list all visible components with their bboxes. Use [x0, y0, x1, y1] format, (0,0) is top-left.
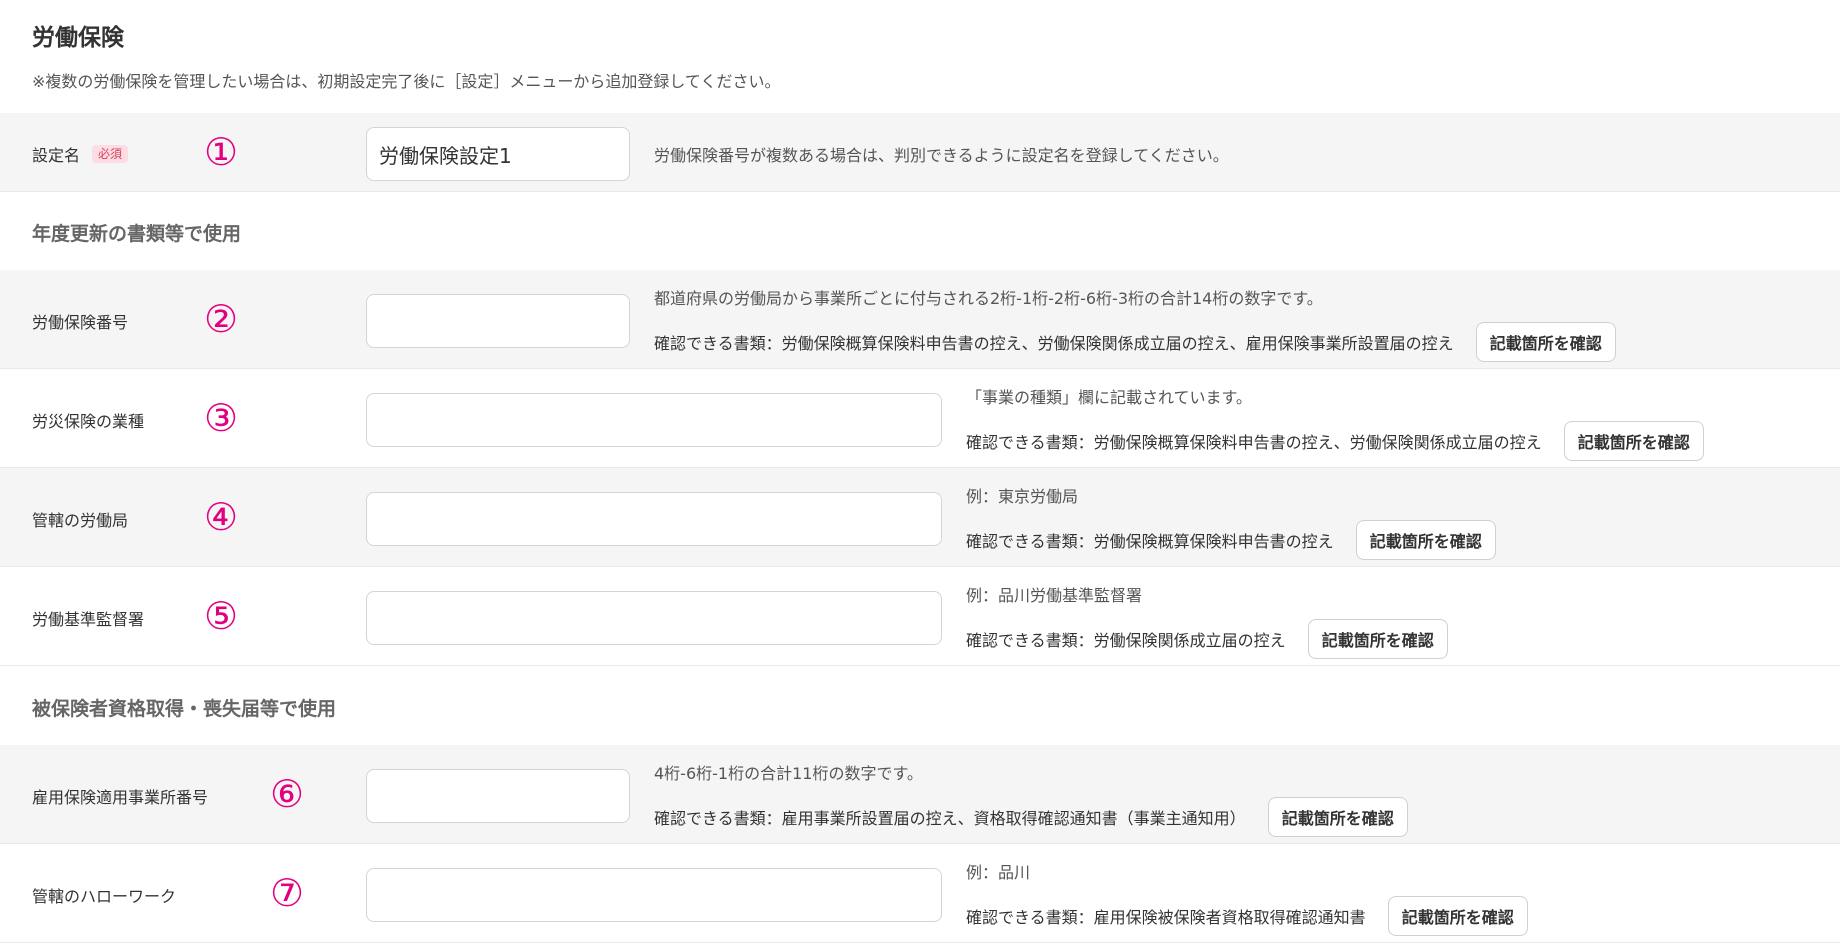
page-title: 労働保険 — [32, 25, 124, 51]
row-labor-standards-office: 労働基準監督署 ⑤ 例：品川労働基準監督署 確認できる書類：労働保険関係成立届の… — [0, 567, 1840, 666]
industry-type-docs: 確認できる書類：労働保険概算保険料申告書の控え、労働保険関係成立届の控え 記載箇… — [966, 421, 1704, 461]
labor-insurance-settings: 労働保険 ※複数の労働保険を管理したい場合は、初期設定完了後に［設定］メニューか… — [0, 0, 1840, 950]
section-heading-insured: 被保険者資格取得・喪失届等で使用 — [32, 698, 337, 720]
page-note: ※複数の労働保険を管理したい場合は、初期設定完了後に［設定］メニューから追加登録… — [32, 72, 781, 91]
labor-standards-office-help: 例：品川労働基準監督署 — [966, 586, 1143, 605]
docs-text: 確認できる書類：雇用保険被保険者資格取得確認通知書 — [966, 908, 1366, 927]
step-marker-2: ② — [204, 297, 239, 341]
row-hello-work: 管轄のハローワーク ⑦ 例：品川 確認できる書類：雇用保険被保険者資格取得確認通… — [0, 844, 1840, 943]
step-marker-5: ⑤ — [204, 594, 239, 638]
row-setting-name: 設定名 必須 ① 労働保険番号が複数ある場合は、判別できるように設定名を登録して… — [0, 113, 1840, 192]
labor-bureau-input[interactable] — [366, 492, 942, 546]
labor-insurance-number-help: 都道府県の労働局から事業所ごとに付与される2桁-1桁-2桁-6桁-3桁の合計14… — [654, 289, 1323, 308]
required-badge: 必須 — [92, 144, 129, 164]
labor-insurance-number-docs: 確認できる書類：労働保険概算保険料申告書の控え、労働保険関係成立届の控え、雇用保… — [654, 322, 1616, 362]
docs-text: 確認できる書類：労働保険概算保険料申告書の控え、労働保険関係成立届の控え — [966, 433, 1542, 452]
step-marker-3: ③ — [204, 396, 239, 440]
row-industry-type: 労災保険の業種 ③ 「事業の種類」欄に記載されています。 確認できる書類：労働保… — [0, 369, 1840, 468]
industry-type-label: 労災保険の業種 — [32, 412, 145, 431]
labor-bureau-docs: 確認できる書類：労働保険概算保険料申告書の控え 記載箇所を確認 — [966, 520, 1496, 560]
labor-bureau-label: 管轄の労働局 — [32, 511, 129, 530]
hello-work-input[interactable] — [366, 868, 942, 922]
step-marker-1: ① — [204, 130, 239, 174]
docs-text: 確認できる書類：労働保険概算保険料申告書の控え — [966, 532, 1334, 551]
docs-text: 確認できる書類：労働保険関係成立届の控え — [966, 631, 1286, 650]
row-labor-insurance-number: 労働保険番号 ② 都道府県の労働局から事業所ごとに付与される2桁-1桁-2桁-6… — [0, 270, 1840, 369]
row-employment-office-number: 雇用保険適用事業所番号 ⑥ 4桁-6桁-1桁の合計11桁の数字です。 確認できる… — [0, 745, 1840, 844]
labor-standards-office-input[interactable] — [366, 591, 942, 645]
hello-work-label: 管轄のハローワーク — [32, 887, 177, 906]
employment-office-number-help: 4桁-6桁-1桁の合計11桁の数字です。 — [654, 764, 923, 783]
labor-standards-office-docs: 確認できる書類：労働保険関係成立届の控え 記載箇所を確認 — [966, 619, 1448, 659]
setting-name-label: 設定名 — [32, 146, 81, 165]
check-location-button[interactable]: 記載箇所を確認 — [1475, 322, 1616, 362]
employment-office-number-label: 雇用保険適用事業所番号 — [32, 788, 209, 807]
step-marker-6: ⑥ — [270, 772, 305, 816]
labor-insurance-number-label: 労働保険番号 — [32, 313, 129, 332]
labor-standards-office-label: 労働基準監督署 — [32, 610, 145, 629]
docs-text: 確認できる書類：労働保険概算保険料申告書の控え、労働保険関係成立届の控え、雇用保… — [654, 334, 1454, 353]
check-location-button[interactable]: 記載箇所を確認 — [1387, 896, 1528, 936]
hello-work-docs: 確認できる書類：雇用保険被保険者資格取得確認通知書 記載箇所を確認 — [966, 896, 1528, 936]
check-location-button[interactable]: 記載箇所を確認 — [1307, 619, 1448, 659]
industry-type-help: 「事業の種類」欄に記載されています。 — [966, 388, 1252, 407]
check-location-button[interactable]: 記載箇所を確認 — [1267, 797, 1408, 837]
labor-insurance-number-input[interactable] — [366, 294, 630, 348]
labor-bureau-help: 例：東京労働局 — [966, 487, 1079, 506]
row-labor-bureau: 管轄の労働局 ④ 例：東京労働局 確認できる書類：労働保険概算保険料申告書の控え… — [0, 468, 1840, 567]
setting-name-help: 労働保険番号が複数ある場合は、判別できるように設定名を登録してください。 — [654, 146, 1229, 165]
check-location-button[interactable]: 記載箇所を確認 — [1563, 421, 1704, 461]
industry-type-input[interactable] — [366, 393, 942, 447]
hello-work-help: 例：品川 — [966, 863, 1031, 882]
employment-office-number-input[interactable] — [366, 769, 630, 823]
setting-name-input[interactable] — [366, 127, 630, 181]
step-marker-7: ⑦ — [270, 871, 305, 915]
docs-text: 確認できる書類：雇用事業所設置届の控え、資格取得確認通知書（事業主通知用） — [654, 809, 1246, 828]
check-location-button[interactable]: 記載箇所を確認 — [1355, 520, 1496, 560]
employment-office-number-docs: 確認できる書類：雇用事業所設置届の控え、資格取得確認通知書（事業主通知用） 記載… — [654, 797, 1408, 837]
row-label: 設定名 必須 — [32, 142, 129, 166]
step-marker-4: ④ — [204, 495, 239, 539]
section-heading-annual: 年度更新の書類等で使用 — [32, 223, 242, 245]
